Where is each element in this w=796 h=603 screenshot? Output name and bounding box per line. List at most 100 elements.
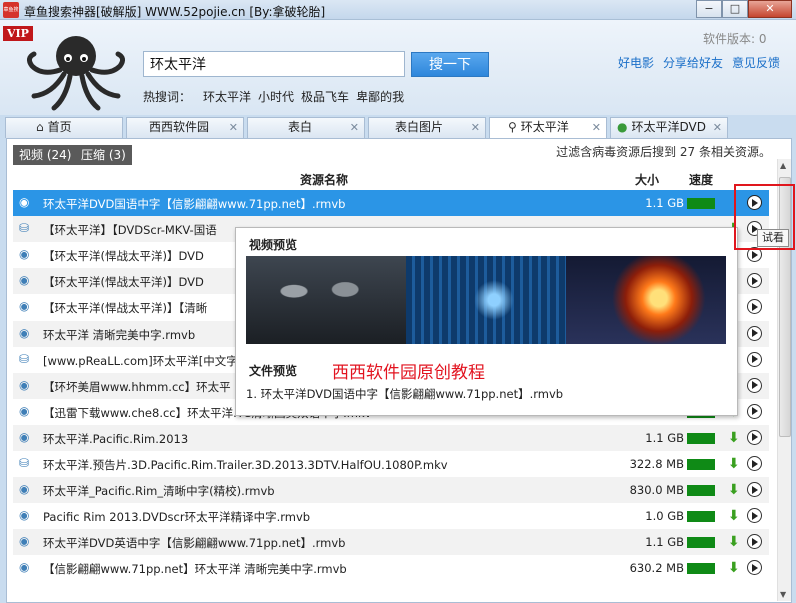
file-preview-title: 文件预览 [249,364,298,378]
play-icon[interactable] [747,534,762,550]
download-icon[interactable]: ⬇ [728,534,740,550]
window-title: 章鱼搜索神器[破解版] WWW.52pojie.cn [By:拿破轮胎] [24,5,326,19]
play-icon[interactable] [747,403,762,419]
download-icon[interactable]: ⬇ [728,482,740,498]
speed-bar [687,511,715,523]
hot-word[interactable]: 环太平洋 [203,90,251,104]
table-row[interactable]: ◉ Pacific Rim 2013.DVDscr环太平洋精译中字.rmvb 1.0… [13,503,769,529]
column-header: 资源名称 大小 速度 [13,168,769,188]
speed-bar [687,563,715,575]
video-preview-strip [246,256,726,344]
hot-word[interactable]: 极品飞车 [301,90,349,104]
play-icon[interactable] [747,325,762,341]
window-controls: − □ ✕ [696,0,792,18]
search-input[interactable] [143,51,405,77]
network-icon: ⛁ [19,221,30,236]
disc-icon: ◉ [19,534,30,549]
disc-icon: ◉ [19,508,30,523]
tutorial-watermark: 西西软件园原创教程 [332,363,485,383]
scroll-up-icon[interactable]: ▲ [780,161,786,170]
home-icon: ⌂ [36,120,44,134]
row-name: 【环坏美眉www.hhmm.cc】环太平 [43,379,231,394]
good-movies-link[interactable]: 好电影 [618,56,654,70]
table-row[interactable]: ◉ 环太平洋_Pacific.Rim_清晰中字(精校).rmvb 830.0 MB ⬇ [13,477,769,504]
column-size[interactable]: 大小 [635,171,659,188]
download-icon[interactable]: ⬇ [728,456,740,472]
play-icon[interactable] [747,508,762,524]
play-icon[interactable] [747,351,762,367]
table-row[interactable]: ◉ 环太平洋DVD国语中字【信影翩翩www.71pp.net】.rmvb 1.1 G… [13,190,769,216]
tab-label: 表白 [288,120,313,134]
disc-icon: ◉ [19,273,30,288]
table-row[interactable]: ⛁ 环太平洋.预告片.3D.Pacific.Rim.Trailer.3D.2013… [13,451,769,477]
disc-icon: ◉ [19,560,30,575]
speed-bar [687,485,715,497]
header: VIP 搜一下 热搜词：环太平洋小时代极品飞车卑鄙的我 软件版本: 0 好电影分… [0,20,796,115]
row-name: Pacific Rim 2013.DVDscr环太平洋精译中字.rmvb [43,510,311,525]
preview-frame-image [406,256,566,344]
search-icon: ⚲ [508,120,517,134]
hot-word[interactable]: 卑鄙的我 [356,90,404,104]
tab-label: 西西软件园 [149,120,210,134]
play-icon[interactable] [747,377,762,393]
close-icon[interactable]: ✕ [471,118,480,137]
play-icon[interactable] [747,429,762,445]
disc-icon: ◉ [19,482,30,497]
row-size: 1.1 GB [645,430,684,445]
close-icon[interactable]: ✕ [229,118,238,137]
preview-frame-image [566,256,726,344]
filter-tab-video[interactable]: 视频 (24) [13,145,78,165]
filter-tab-zip[interactable]: 压缩 (3) [75,145,132,165]
play-icon[interactable] [747,560,762,576]
play-icon[interactable] [747,273,762,289]
search-button[interactable]: 搜一下 [411,52,489,77]
row-name: [www.pReaLL.com]环太平洋[中文字 [43,353,238,368]
row-name: 环太平洋 清晰完美中字.rmvb [43,327,196,342]
disc-icon: ◉ [19,247,30,262]
speed-bar [687,459,715,470]
close-button[interactable]: ✕ [748,0,792,18]
tab-biaobai-images[interactable]: 表白图片 ✕ [368,117,486,138]
row-size: 630.2 MB [629,561,684,576]
tab-bar: ⌂ 首页 西西软件园 ✕ 表白 ✕ 表白图片 ✕ ⚲ 环太平洋 ✕ ● 环太平洋DVD ✕ [0,115,796,138]
share-link[interactable]: 分享给好友 [663,56,723,70]
speed-bar [687,198,715,209]
hot-words-label: 热搜词： [143,90,192,104]
octopus-logo-icon [26,36,126,111]
tab-dvd[interactable]: ● 环太平洋DVD ✕ [610,117,728,138]
network-icon: ⛁ [19,351,30,366]
tab-xixi[interactable]: 西西软件园 ✕ [126,117,244,138]
play-icon[interactable] [747,456,762,471]
tab-label: 首页 [47,120,72,134]
scroll-down-icon[interactable]: ▼ [780,590,786,599]
play-icon[interactable] [747,482,762,498]
download-icon[interactable]: ⬇ [728,560,740,576]
play-icon[interactable] [747,299,762,315]
info-icon: ● [617,120,628,134]
feedback-link[interactable]: 意见反馈 [732,56,780,70]
disc-icon: ◉ [19,325,30,340]
hot-word[interactable]: 小时代 [258,90,294,104]
disc-icon: ◉ [19,429,30,444]
tab-label: 环太平洋 [520,120,569,134]
trial-view-tooltip: 试看 [757,229,789,247]
table-row[interactable]: ◉ 【信影翩翩www.71pp.net】环太平洋 清晰完美中字.rmvb 630.2… [13,555,769,581]
tab-label: 环太平洋DVD [631,120,706,134]
column-name[interactable]: 资源名称 [300,171,348,188]
download-icon[interactable]: ⬇ [728,430,740,446]
tab-search-result[interactable]: ⚲ 环太平洋 ✕ [489,117,607,138]
table-row[interactable]: ◉ 环太平洋.Pacific.Rim.2013 1.1 GB ⬇ [13,424,769,451]
table-row[interactable]: ◉ 环太平洋DVD英语中字【信影翩翩www.71pp.net】.rmvb 1.1 G… [13,529,769,556]
preview-popup: 视频预览 文件预览 西西软件园原创教程 1. 环太平洋DVD国语中字【信影翩翩w… [235,227,738,416]
minimize-button[interactable]: − [696,0,722,18]
tab-home[interactable]: ⌂ 首页 [5,117,123,138]
row-size: 1.1 GB [645,535,684,550]
disc-icon: ◉ [19,403,30,418]
tab-biaobai[interactable]: 表白 ✕ [247,117,365,138]
column-speed[interactable]: 速度 [689,171,713,188]
close-icon[interactable]: ✕ [350,118,359,137]
close-icon[interactable]: ✕ [592,118,601,137]
close-icon[interactable]: ✕ [713,118,722,137]
maximize-button[interactable]: □ [722,0,748,18]
download-icon[interactable]: ⬇ [728,508,740,524]
